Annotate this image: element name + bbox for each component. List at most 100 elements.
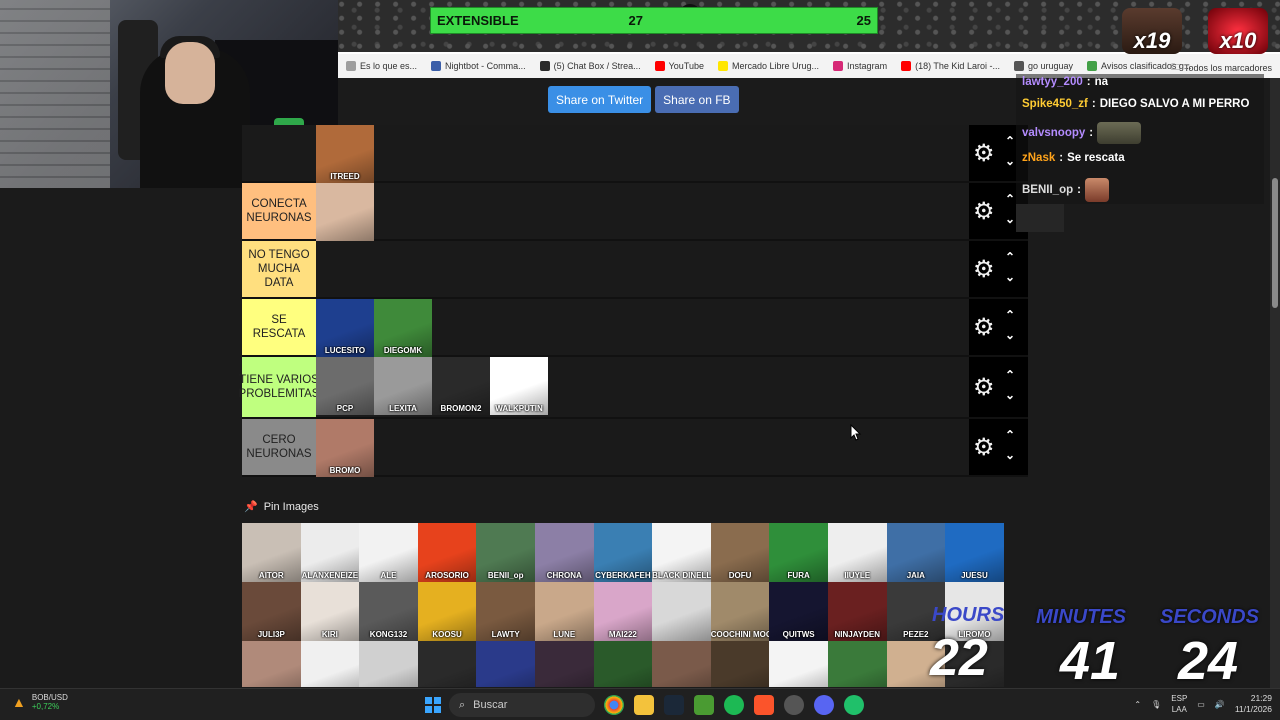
brave-icon[interactable] [754,695,774,715]
volume-icon[interactable]: 🔊 [1215,700,1225,709]
clock[interactable]: 21:29 11/1/2026 [1235,693,1272,715]
bookmark-item[interactable]: (5) Chat Box / Strea... [539,61,641,71]
gear-icon[interactable]: ⚙ [973,142,995,166]
tier-item-image[interactable]: BROMO [316,419,374,477]
chevron-down-icon[interactable]: ⌄ [1005,212,1015,226]
pin-image[interactable]: KIRI [300,582,360,641]
pin-image[interactable] [476,641,535,687]
obs-icon[interactable] [784,695,804,715]
chevron-up-icon[interactable]: ⌃ [1005,250,1015,264]
tier-label[interactable]: NO TENGO MUCHA DATA [242,241,316,297]
pin-image[interactable]: MAI222 [593,582,653,641]
pin-image[interactable] [300,641,360,687]
language-indicator[interactable]: ESP LAA [1171,693,1187,715]
taskbar-search[interactable]: ⌕ Buscar [449,693,595,717]
pin-image[interactable]: AROSORIO [417,523,477,582]
pin-image[interactable]: CHY3H [242,641,301,687]
chevron-down-icon[interactable]: ⌄ [1005,270,1015,284]
steam-icon[interactable] [664,695,684,715]
share-facebook-button[interactable]: Share on FB [655,86,739,113]
pin-image[interactable]: ALE [359,523,418,582]
pin-image[interactable]: SAAK [593,641,653,687]
pin-image[interactable]: KONG132 [359,582,418,641]
pin-image[interactable]: BLACK DINELLA [652,523,711,582]
gear-icon[interactable]: ⚙ [973,316,995,340]
pin-image[interactable]: QUITWS [769,582,828,641]
bookmark-item[interactable]: Instagram [833,61,887,71]
pin-image[interactable]: JAIA [886,523,946,582]
pin-image[interactable]: JUESU [945,523,1004,582]
tier-item-image[interactable]: DIEGOMK [374,299,432,357]
bookmark-item[interactable]: Es lo que es... [346,61,417,71]
gear-icon[interactable]: ⚙ [973,376,995,400]
chevron-up-icon[interactable]: ⌃ [1005,308,1015,322]
tier-item-image[interactable]: PCP [316,357,374,415]
gear-icon[interactable]: ⚙ [973,436,995,460]
file-explorer-icon[interactable] [634,695,654,715]
pin-image[interactable]: FURA [769,523,828,582]
tier-item-image[interactable]: WALKPUTIN [490,357,548,415]
pin-image[interactable]: IIUYLE [827,523,887,582]
pin-image[interactable] [652,582,711,641]
network-icon[interactable]: ▭ [1197,700,1205,709]
tier-label[interactable]: CONECTA NEURONAS [242,183,316,239]
pin-image[interactable]: CYBERKAFEH [593,523,653,582]
tier-label[interactable]: CERO NEURONAS [242,419,316,475]
pin-image[interactable]: DOFU [710,523,770,582]
share-twitter-button[interactable]: Share on Twitter [548,86,652,113]
chevron-down-icon[interactable]: ⌄ [1005,448,1015,462]
pin-image[interactable]: LUNE [534,582,594,641]
pin-image[interactable]: AITOR [242,523,301,582]
pin-image[interactable] [827,641,887,687]
bookmark-item[interactable]: Mercado Libre Urug... [718,61,819,71]
chrome-icon[interactable] [604,695,624,715]
chevron-up-icon[interactable]: ⌃ [1005,428,1015,442]
tier-item-image[interactable]: LEXITA [374,357,432,415]
chevron-down-icon[interactable]: ⌄ [1005,388,1015,402]
pin-image[interactable]: NINJAYDEN [827,582,887,641]
tier-label[interactable]: SE RESCATA [242,299,316,355]
gear-icon[interactable]: ⚙ [973,258,995,282]
microphone-icon[interactable]: 🎙 [1151,700,1161,709]
pin-image[interactable] [652,641,711,687]
chevron-down-icon[interactable]: ⌄ [1005,328,1015,342]
tier-item-name: LUCESITO [324,346,366,355]
tier-item-name: KONG132 [369,630,408,639]
bookmark-item[interactable]: YouTube [654,61,704,71]
tier-label[interactable]: TIENE VARIOS PROBLEMITAS [239,357,319,417]
app-icon[interactable] [844,695,864,715]
minecraft-icon[interactable] [694,695,714,715]
tier-label[interactable] [242,125,316,181]
bookmark-item[interactable]: go uruguay [1013,61,1073,71]
chevron-down-icon[interactable]: ⌄ [1005,154,1015,168]
tier-item-image[interactable]: ITREED [316,125,374,183]
gear-icon[interactable]: ⚙ [973,200,995,224]
spotify-icon[interactable] [724,695,744,715]
bookmark-item[interactable]: Nightbot - Comma... [431,61,526,71]
chevron-up-icon[interactable]: ⌃ [1134,700,1141,709]
pin-image[interactable]: THELEONIXI [710,641,770,687]
tier-item-image[interactable] [316,183,374,241]
scrollbar[interactable] [1270,78,1280,688]
pin-image[interactable]: CHRONA [534,523,594,582]
tier-item-image[interactable]: BROMON2 [432,357,490,415]
pin-image[interactable]: COOCHINI MOCHINGRY [710,582,770,641]
pin-image[interactable]: ALANXENEIZE [300,523,360,582]
pin-image[interactable]: CABORCHATO [359,641,418,687]
scrollbar-thumb[interactable] [1272,178,1278,308]
stock-widget[interactable]: ▲ BOB/USD +0,72% [12,693,68,711]
windows-start-icon[interactable] [425,697,441,713]
pin-image[interactable]: JULI3P [242,582,301,641]
pin-image[interactable]: BENII_op [476,523,535,582]
chevron-up-icon[interactable]: ⌃ [1005,134,1015,148]
discord-icon[interactable] [814,695,834,715]
pin-image[interactable]: KOOSU [417,582,477,641]
pin-image[interactable]: LAWTY [476,582,535,641]
pin-image[interactable] [769,641,828,687]
pin-image[interactable] [534,641,594,687]
bookmark-item[interactable]: (18) The Kid Laroi -... [901,61,1000,71]
pin-image[interactable] [417,641,477,687]
chevron-up-icon[interactable]: ⌃ [1005,368,1015,382]
tier-item-image[interactable]: LUCESITO [316,299,374,357]
chevron-up-icon[interactable]: ⌃ [1005,192,1015,206]
